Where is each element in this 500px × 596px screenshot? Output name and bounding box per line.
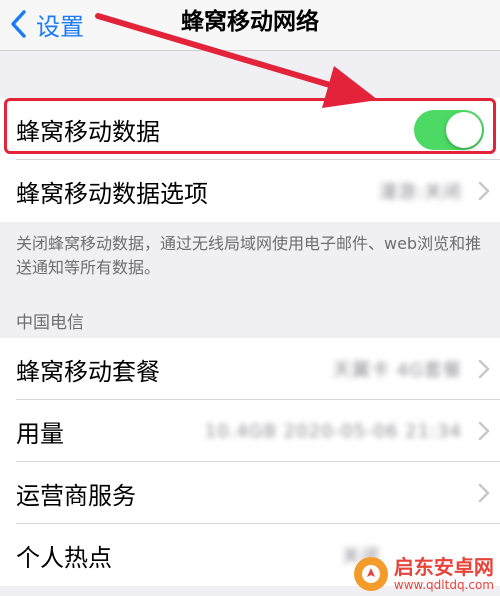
watermark-text: 启东安卓网 www.qdltdq.com xyxy=(394,556,494,592)
watermark-logo-icon xyxy=(353,557,388,591)
watermark-url: www.qdltdq.com xyxy=(393,578,494,592)
watermark-name: 启东安卓网 xyxy=(393,555,494,579)
annotation-arrow-icon xyxy=(95,13,378,108)
watermark: 启东安卓网 www.qdltdq.com xyxy=(353,556,494,592)
